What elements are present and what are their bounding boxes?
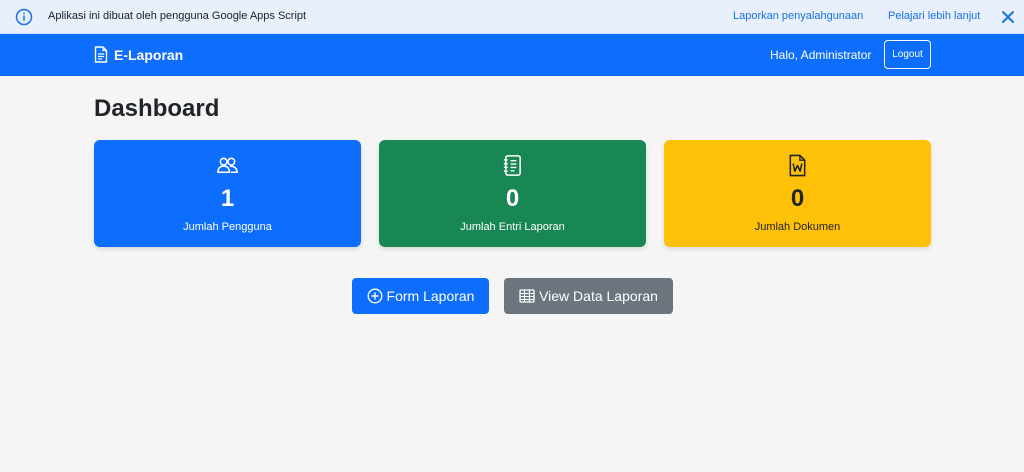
table-icon: [519, 289, 535, 303]
form-laporan-button[interactable]: Form Laporan: [352, 278, 489, 314]
card-documents: 0 Jumlah Dokumen: [664, 140, 931, 247]
apps-script-banner: Aplikasi ini dibuat oleh pengguna Google…: [0, 0, 1024, 34]
users-count: 1: [220, 185, 235, 212]
form-laporan-label: Form Laporan: [386, 288, 475, 304]
entries-count: 0: [505, 185, 520, 212]
page-title: Dashboard: [94, 95, 220, 122]
people-icon: [217, 157, 238, 173]
users-label: Jumlah Pengguna: [183, 221, 272, 233]
documents-label: Jumlah Dokumen: [754, 221, 841, 233]
user-greeting: Halo, Administrator: [770, 48, 872, 62]
documents-count: 0: [790, 185, 805, 212]
entries-label: Jumlah Entri Laporan: [460, 221, 565, 233]
plus-circle-icon: [367, 288, 383, 304]
card-users: 1 Jumlah Pengguna: [94, 140, 361, 247]
info-icon: [15, 8, 33, 26]
file-text-icon: [94, 46, 108, 63]
close-icon[interactable]: [1000, 9, 1016, 25]
banner-message: Aplikasi ini dibuat oleh pengguna Google…: [48, 10, 307, 22]
journal-text-icon: [503, 155, 521, 176]
card-entries: 0 Jumlah Entri Laporan: [379, 140, 646, 247]
report-abuse-link[interactable]: Laporkan penyalahgunaan: [733, 10, 863, 22]
brand-name: E-Laporan: [114, 46, 184, 63]
word-document-icon: [789, 154, 806, 177]
logout-button[interactable]: Logout: [884, 40, 931, 69]
view-data-button[interactable]: View Data Laporan: [504, 278, 673, 314]
learn-more-link[interactable]: Pelajari lebih lanjut: [888, 10, 980, 22]
navbar: E-Laporan Halo, Administrator Logout: [0, 34, 1024, 76]
view-data-label: View Data Laporan: [539, 288, 658, 304]
navbar-brand[interactable]: E-Laporan: [94, 46, 183, 63]
